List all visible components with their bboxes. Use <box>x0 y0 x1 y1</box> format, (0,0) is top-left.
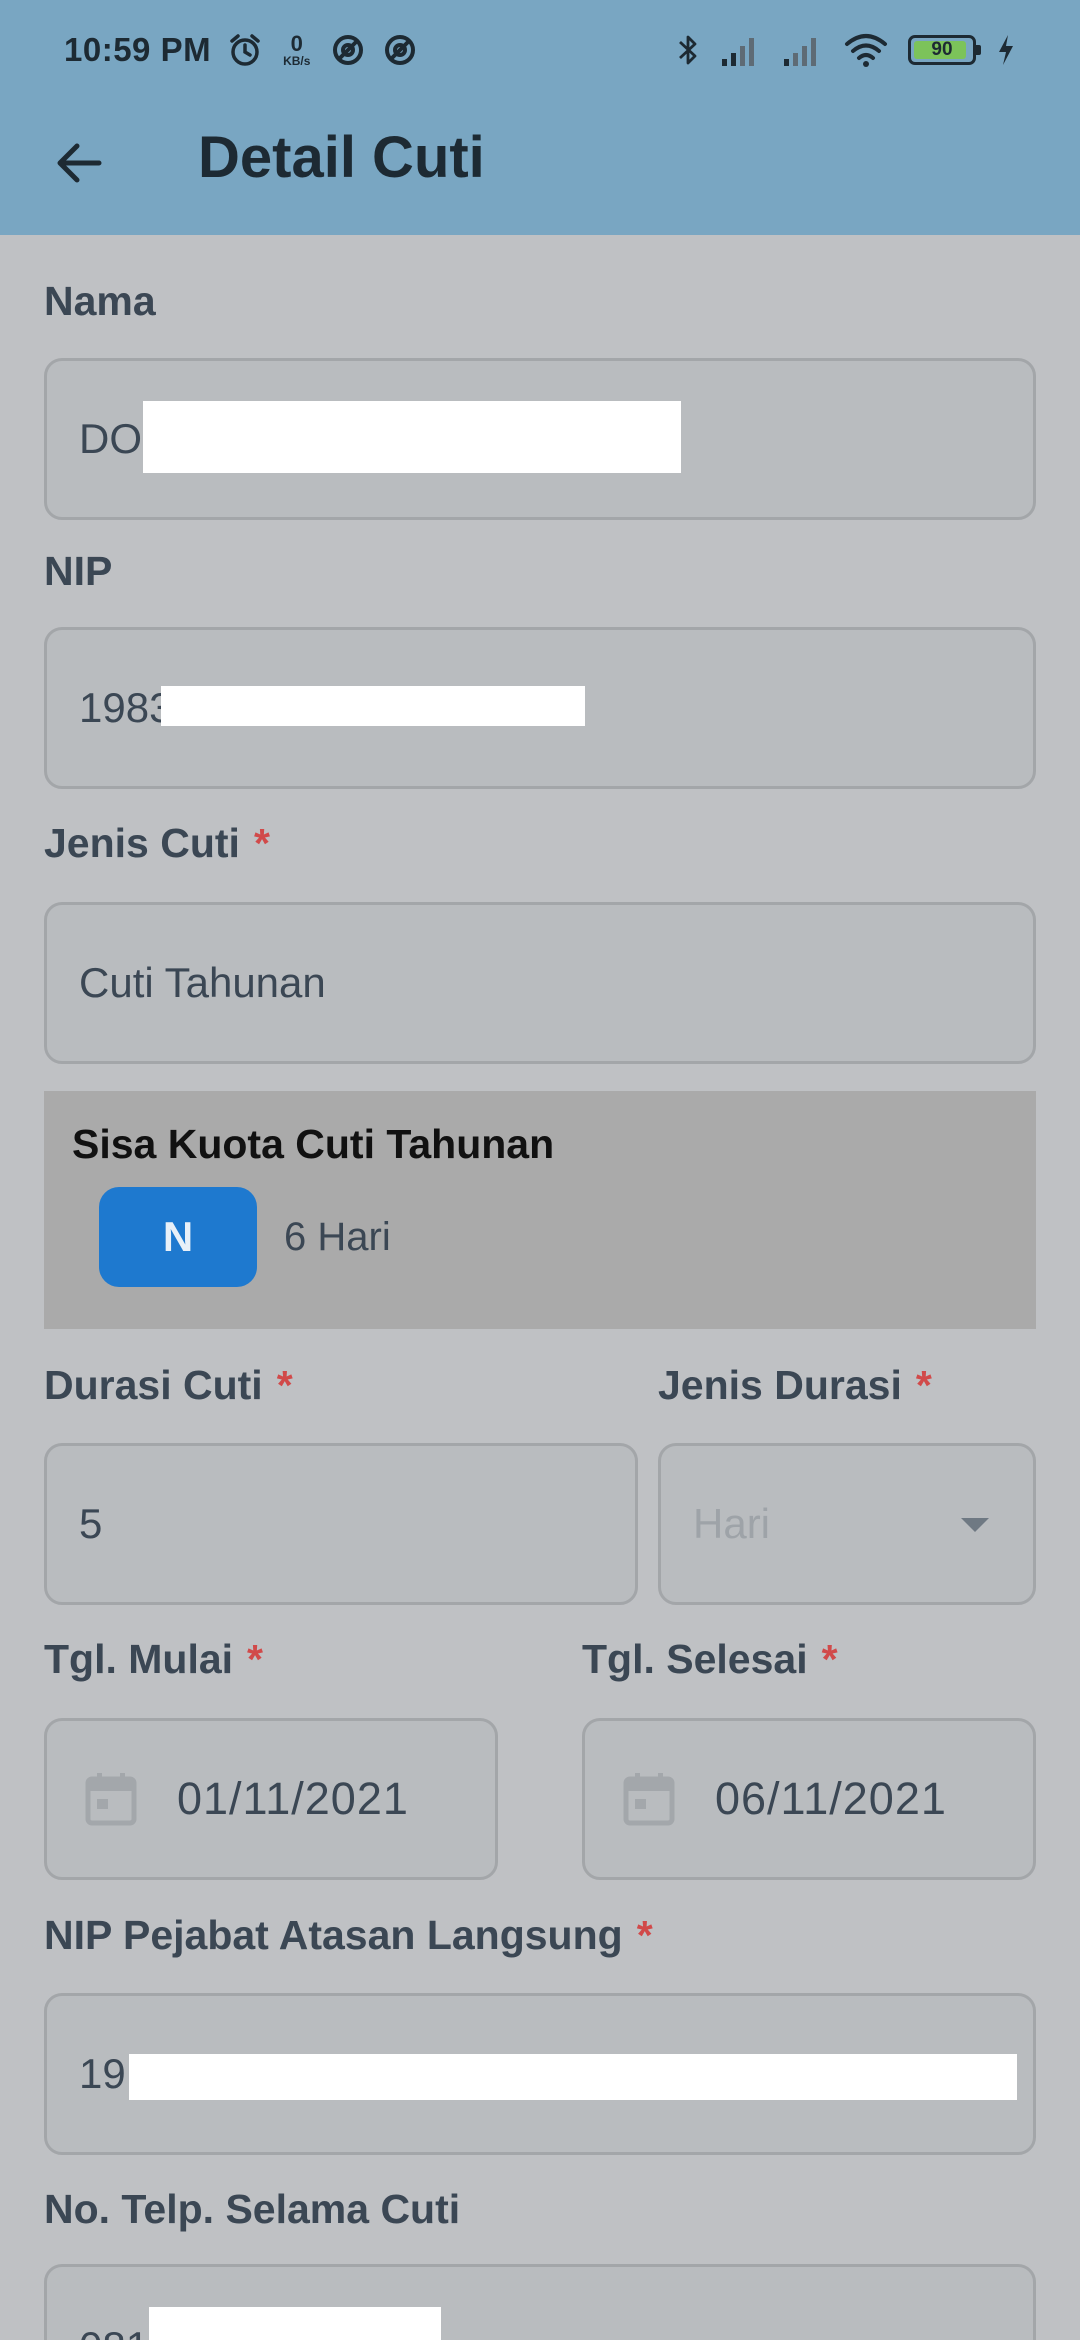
charging-icon <box>999 35 1013 65</box>
page-title: Detail Cuti <box>198 125 485 190</box>
calendar-icon <box>85 1773 137 1826</box>
battery-icon: 90 <box>908 35 981 65</box>
chevron-down-icon <box>961 1518 989 1532</box>
tgl-mulai-field[interactable]: 01/11/2021 <box>44 1718 498 1880</box>
status-time: 10:59 PM <box>64 31 212 68</box>
jenis-cuti-value: Cuti Tahunan <box>79 959 326 1006</box>
signal-icon <box>722 38 754 66</box>
quota-badge: N <box>99 1187 257 1287</box>
nip-atasan-value: 19 <box>79 2050 126 2097</box>
tgl-selesai-label: Tgl. Selesai * <box>582 1636 838 1682</box>
toolbar: Detail Cuti <box>0 100 1080 235</box>
nip-label: NIP <box>44 548 113 594</box>
nama-label: Nama <box>44 278 156 324</box>
alarm-icon <box>230 34 260 66</box>
status-bar: 10:59 PM 0 KB/s 90 <box>0 0 1080 100</box>
network-speed: 0 KB/s <box>283 31 311 68</box>
tgl-mulai-value: 01/11/2021 <box>177 1773 409 1824</box>
quota-panel: Sisa Kuota Cuti Tahunan N 6 Hari <box>44 1091 1036 1329</box>
no-telp-value: 081 <box>79 2323 149 2340</box>
no-telp-label: No. Telp. Selama Cuti <box>44 2186 461 2232</box>
nama-field[interactable]: DO <box>44 358 1036 520</box>
jenis-durasi-label: Jenis Durasi * <box>658 1362 932 1408</box>
nip-atasan-label: NIP Pejabat Atasan Langsung * <box>44 1912 653 1958</box>
durasi-cuti-input[interactable]: 5 <box>44 1443 638 1605</box>
arrow-left-icon <box>57 143 102 183</box>
nip-atasan-field[interactable]: 19 <box>44 1993 1036 2155</box>
nama-value: DO <box>79 415 142 462</box>
redaction-block <box>143 401 681 473</box>
tgl-mulai-label: Tgl. Mulai * <box>44 1636 264 1682</box>
data-saver-icon <box>333 35 364 65</box>
tgl-selesai-field[interactable]: 06/11/2021 <box>582 1718 1036 1880</box>
nip-field[interactable]: 1983 <box>44 627 1036 789</box>
redaction-block <box>129 2054 1017 2100</box>
quota-title: Sisa Kuota Cuti Tahunan <box>72 1121 555 1167</box>
tgl-selesai-value: 06/11/2021 <box>715 1773 947 1824</box>
durasi-cuti-label: Durasi Cuti * <box>44 1362 293 1408</box>
jenis-cuti-label: Jenis Cuti * <box>44 820 270 866</box>
nip-value: 1983 <box>79 684 173 731</box>
jenis-durasi-value: Hari <box>693 1500 771 1547</box>
calendar-icon <box>623 1773 675 1826</box>
quota-days: 6 Hari <box>284 1215 391 1259</box>
redaction-block <box>149 2307 441 2340</box>
back-button[interactable] <box>44 128 114 198</box>
signal-icon <box>784 38 816 66</box>
jenis-cuti-field[interactable]: Cuti Tahunan <box>44 902 1036 1064</box>
jenis-durasi-select[interactable]: Hari <box>658 1443 1036 1605</box>
data-saver-icon <box>385 35 416 65</box>
no-telp-field[interactable]: 081 <box>44 2264 1036 2340</box>
bluetooth-icon <box>679 35 697 65</box>
app-bar: 10:59 PM 0 KB/s 90 Detail Cuti <box>0 0 1080 235</box>
redaction-block <box>161 686 585 726</box>
durasi-cuti-value: 5 <box>79 1500 103 1547</box>
wifi-icon <box>845 34 887 67</box>
